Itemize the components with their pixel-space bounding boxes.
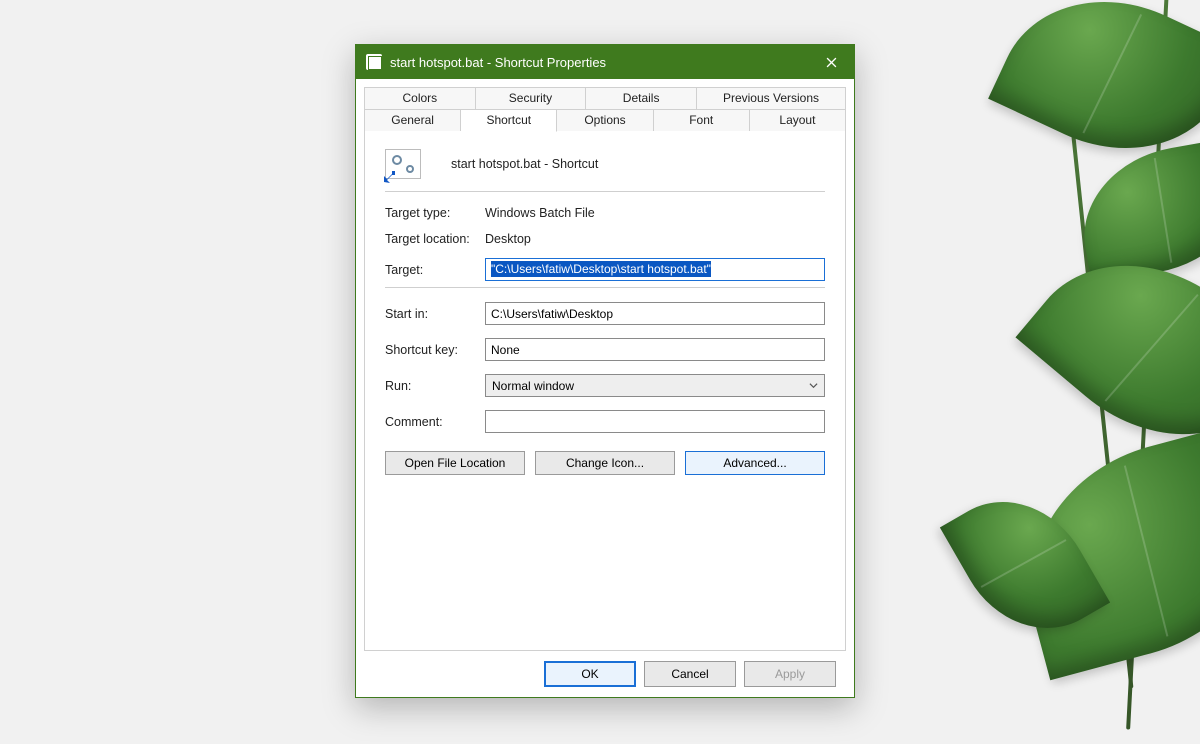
- button-label: Apply: [775, 667, 805, 681]
- section-divider: [385, 287, 825, 288]
- tab-font[interactable]: Font: [654, 109, 750, 132]
- tab-general[interactable]: General: [364, 109, 461, 132]
- tab-label: Options: [584, 113, 625, 127]
- properties-dialog: start hotspot.bat - Shortcut Properties …: [355, 44, 855, 698]
- tab-label: Details: [623, 91, 660, 105]
- comment-label: Comment:: [385, 415, 485, 429]
- background-plant-decoration: [840, 0, 1200, 744]
- tab-label: Security: [509, 91, 552, 105]
- tab-label: Font: [689, 113, 713, 127]
- tab-label: General: [391, 113, 434, 127]
- titlebar[interactable]: start hotspot.bat - Shortcut Properties: [356, 45, 854, 79]
- button-label: Cancel: [671, 667, 708, 681]
- apply-button[interactable]: Apply: [744, 661, 836, 687]
- tab-label: Layout: [779, 113, 815, 127]
- tab-security[interactable]: Security: [476, 87, 587, 109]
- close-icon: [826, 57, 837, 68]
- shortcut-overlay-arrow-icon: [382, 170, 396, 184]
- target-input-value: "C:\Users\fatiw\Desktop\start hotspot.ba…: [491, 261, 711, 277]
- shortcut-key-input[interactable]: [485, 338, 825, 361]
- window-icon: [366, 54, 382, 70]
- shortcut-tab-panel: start hotspot.bat - Shortcut Target type…: [364, 131, 846, 651]
- tabstrip: Colors Security Details Previous Version…: [364, 87, 846, 132]
- target-location-label: Target location:: [385, 232, 485, 246]
- tab-previous-versions[interactable]: Previous Versions: [697, 87, 846, 109]
- change-icon-button[interactable]: Change Icon...: [535, 451, 675, 475]
- cancel-button[interactable]: Cancel: [644, 661, 736, 687]
- start-in-input[interactable]: [485, 302, 825, 325]
- target-type-value: Windows Batch File: [485, 206, 595, 220]
- open-file-location-button[interactable]: Open File Location: [385, 451, 525, 475]
- tab-shortcut[interactable]: Shortcut: [461, 109, 557, 132]
- button-label: Advanced...: [723, 456, 786, 470]
- window-title: start hotspot.bat - Shortcut Properties: [390, 55, 606, 70]
- tab-label: Colors: [402, 91, 437, 105]
- comment-input[interactable]: [485, 410, 825, 433]
- target-type-label: Target type:: [385, 206, 485, 220]
- tab-label: Shortcut: [486, 113, 531, 127]
- start-in-label: Start in:: [385, 307, 485, 321]
- tab-colors[interactable]: Colors: [364, 87, 476, 109]
- dialog-footer: OK Cancel Apply: [364, 651, 846, 687]
- tab-label: Previous Versions: [723, 91, 819, 105]
- shortcut-file-icon: [385, 149, 421, 179]
- button-label: Open File Location: [405, 456, 506, 470]
- target-input[interactable]: "C:\Users\fatiw\Desktop\start hotspot.ba…: [485, 258, 825, 281]
- chevron-down-icon: [809, 379, 818, 393]
- shortcut-key-label: Shortcut key:: [385, 343, 485, 357]
- advanced-button[interactable]: Advanced...: [685, 451, 825, 475]
- tab-details[interactable]: Details: [586, 87, 697, 109]
- target-location-value: Desktop: [485, 232, 531, 246]
- tab-options[interactable]: Options: [557, 109, 653, 132]
- close-button[interactable]: [808, 45, 854, 79]
- run-select[interactable]: Normal window: [485, 374, 825, 397]
- run-select-value: Normal window: [492, 379, 574, 393]
- tab-layout[interactable]: Layout: [750, 109, 846, 132]
- ok-button[interactable]: OK: [544, 661, 636, 687]
- target-label: Target:: [385, 263, 485, 277]
- run-label: Run:: [385, 379, 485, 393]
- button-label: OK: [581, 667, 598, 681]
- shortcut-name: start hotspot.bat - Shortcut: [451, 157, 598, 171]
- button-label: Change Icon...: [566, 456, 644, 470]
